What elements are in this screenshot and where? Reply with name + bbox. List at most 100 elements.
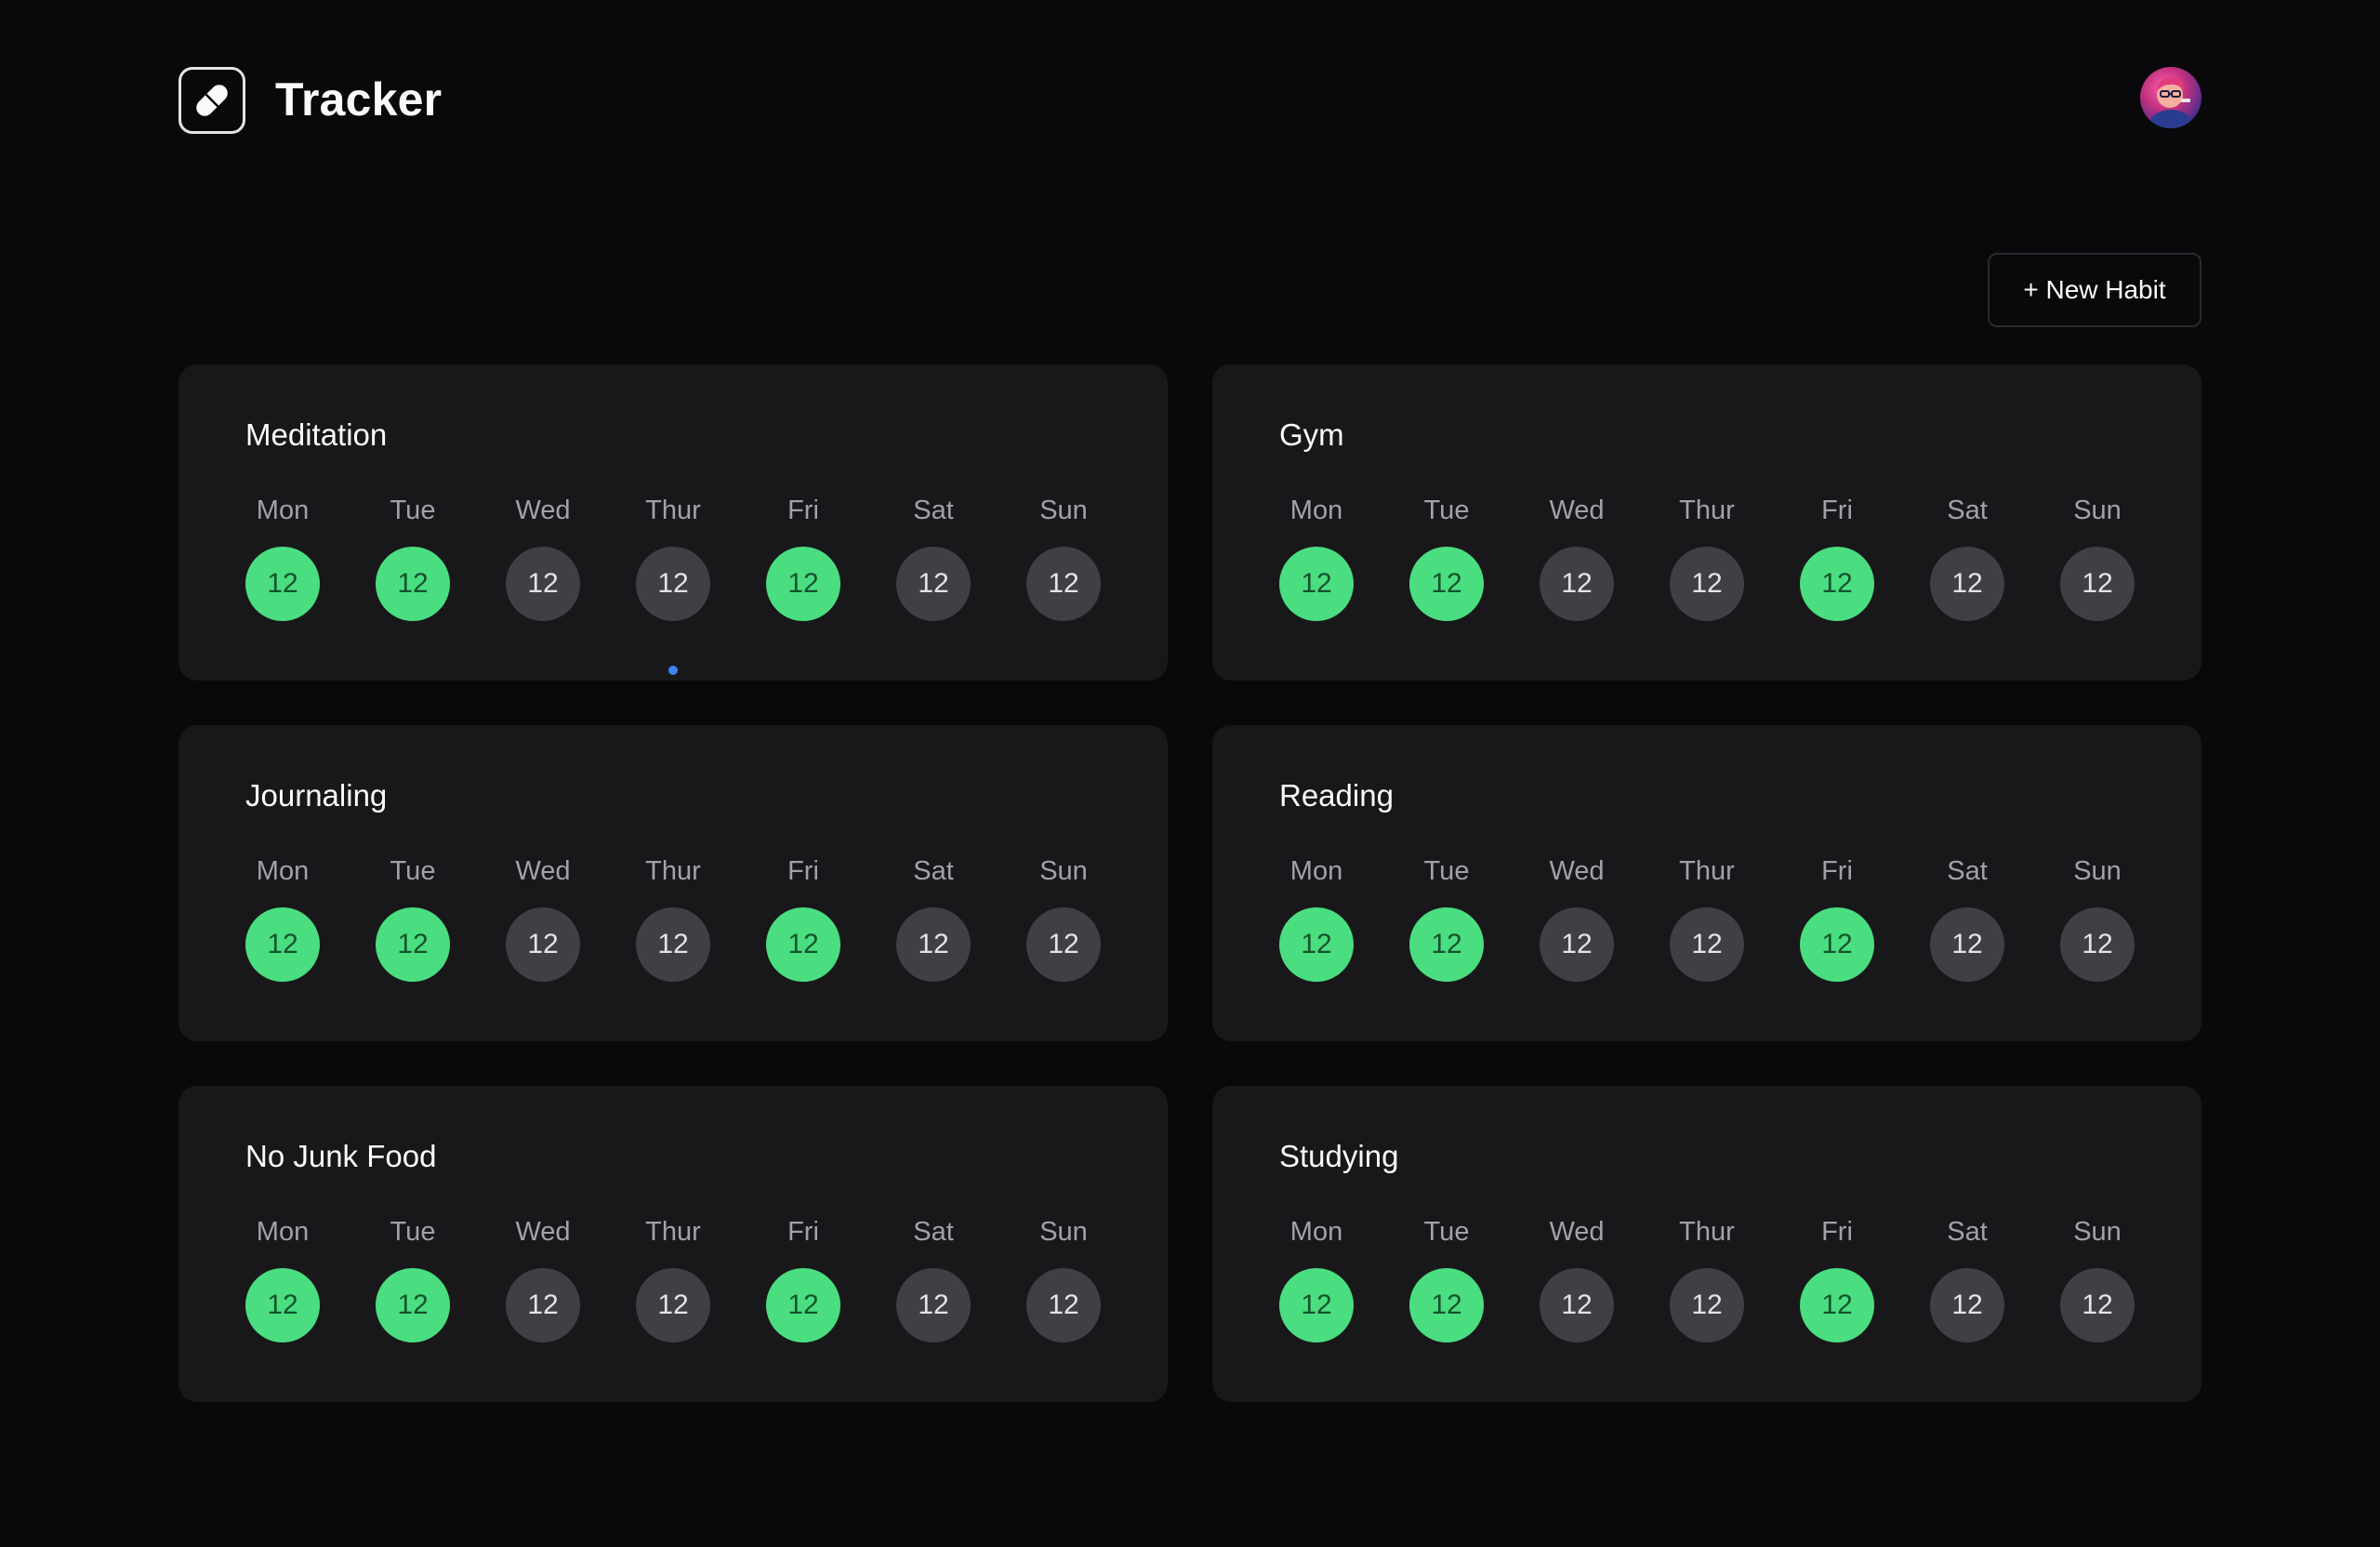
day-sat: Sat 12 bbox=[896, 495, 971, 621]
day-mon: Mon 12 bbox=[245, 495, 320, 621]
week-row: Mon 12 Tue 12 Wed 12 Thur 12 Fri 12 Sat 12 Sun 12 bbox=[1279, 855, 2135, 982]
day-tue: Tue 12 bbox=[1409, 855, 1484, 982]
day-toggle-completed[interactable]: 12 bbox=[1279, 547, 1354, 621]
day-toggle-completed[interactable]: 12 bbox=[376, 907, 450, 982]
day-label: Sun bbox=[1039, 856, 1088, 886]
day-toggle[interactable]: 12 bbox=[896, 1268, 971, 1342]
day-sun: Sun 12 bbox=[1026, 495, 1101, 621]
day-toggle-completed[interactable]: 12 bbox=[766, 547, 840, 621]
day-label: Mon bbox=[256, 496, 310, 525]
day-sun: Sun 12 bbox=[2060, 855, 2135, 982]
day-label: Wed bbox=[515, 856, 571, 886]
day-label: Sun bbox=[1039, 496, 1088, 525]
day-toggle[interactable]: 12 bbox=[1670, 907, 1744, 982]
day-sun: Sun 12 bbox=[2060, 1216, 2135, 1342]
day-thur: Thur 12 bbox=[1670, 855, 1744, 982]
day-toggle-completed[interactable]: 12 bbox=[376, 1268, 450, 1342]
day-toggle-completed[interactable]: 12 bbox=[1800, 907, 1874, 982]
day-toggle[interactable]: 12 bbox=[896, 907, 971, 982]
day-label: Sun bbox=[1039, 1217, 1088, 1247]
day-toggle[interactable]: 12 bbox=[1670, 1268, 1744, 1342]
day-toggle[interactable]: 12 bbox=[1540, 907, 1614, 982]
user-avatar[interactable] bbox=[2140, 67, 2202, 128]
day-label: Fri bbox=[1821, 496, 1853, 525]
day-toggle[interactable]: 12 bbox=[506, 1268, 580, 1342]
day-toggle-completed[interactable]: 12 bbox=[376, 547, 450, 621]
day-toggle[interactable]: 12 bbox=[506, 907, 580, 982]
day-label: Wed bbox=[515, 496, 571, 525]
day-label: Fri bbox=[1821, 1217, 1853, 1247]
day-wed: Wed 12 bbox=[1540, 495, 1614, 621]
day-thur: Thur 12 bbox=[1670, 1216, 1744, 1342]
day-label: Thur bbox=[645, 1217, 701, 1247]
habit-title: No Junk Food bbox=[245, 1139, 437, 1173]
day-label: Tue bbox=[1423, 1217, 1470, 1247]
pill-icon[interactable] bbox=[178, 67, 245, 134]
day-toggle[interactable]: 12 bbox=[1540, 547, 1614, 621]
day-toggle[interactable]: 12 bbox=[1540, 1268, 1614, 1342]
day-mon: Mon 12 bbox=[1279, 495, 1354, 621]
day-mon: Mon 12 bbox=[245, 855, 320, 982]
day-sun: Sun 12 bbox=[2060, 495, 2135, 621]
new-habit-button[interactable]: + New Habit bbox=[1988, 253, 2202, 327]
day-label: Tue bbox=[390, 496, 436, 525]
habit-card-gym: Gym Mon 12 Tue 12 Wed 12 Thur 12 Fri 12 Sat 12 Sun 12 bbox=[1212, 364, 2202, 681]
day-toggle-completed[interactable]: 12 bbox=[245, 547, 320, 621]
day-wed: Wed 12 bbox=[506, 495, 580, 621]
day-label: Mon bbox=[1289, 496, 1343, 525]
day-wed: Wed 12 bbox=[506, 1216, 580, 1342]
day-toggle[interactable]: 12 bbox=[636, 1268, 710, 1342]
day-toggle[interactable]: 12 bbox=[1026, 1268, 1101, 1342]
day-toggle-completed[interactable]: 12 bbox=[1279, 907, 1354, 982]
day-fri: Fri 12 bbox=[1800, 1216, 1874, 1342]
week-row: Mon 12 Tue 12 Wed 12 Thur 12 Fri 12 Sat 12 Sun 12 bbox=[245, 495, 1101, 675]
day-toggle[interactable]: 12 bbox=[1026, 547, 1101, 621]
day-label: Thur bbox=[645, 856, 701, 886]
day-label: Wed bbox=[1549, 1217, 1605, 1247]
habit-card-journaling: Journaling Mon 12 Tue 12 Wed 12 Thur 12 Fri 12 Sat 1… bbox=[178, 725, 1168, 1041]
habit-title: Studying bbox=[1279, 1139, 1399, 1173]
day-toggle-completed[interactable]: 12 bbox=[245, 1268, 320, 1342]
day-toggle-completed[interactable]: 12 bbox=[1800, 547, 1874, 621]
day-toggle[interactable]: 12 bbox=[2060, 1268, 2135, 1342]
habit-card-no-junk-food: No Junk Food Mon 12 Tue 12 Wed 12 Thur 12 Fri 12 Sa… bbox=[178, 1086, 1168, 1402]
day-toggle-completed[interactable]: 12 bbox=[245, 907, 320, 982]
day-toggle[interactable]: 12 bbox=[636, 907, 710, 982]
day-mon: Mon 12 bbox=[1279, 1216, 1354, 1342]
day-tue: Tue 12 bbox=[376, 495, 450, 621]
day-toggle[interactable]: 12 bbox=[1670, 547, 1744, 621]
day-toggle[interactable]: 12 bbox=[1026, 907, 1101, 982]
day-toggle[interactable]: 12 bbox=[2060, 547, 2135, 621]
day-toggle[interactable]: 12 bbox=[1930, 1268, 2004, 1342]
day-toggle[interactable]: 12 bbox=[1930, 907, 2004, 982]
day-fri: Fri 12 bbox=[1800, 855, 1874, 982]
day-thur: Thur 12 bbox=[636, 495, 710, 675]
day-label: Sat bbox=[913, 496, 954, 525]
day-label: Mon bbox=[256, 1217, 310, 1247]
day-toggle-completed[interactable]: 12 bbox=[766, 907, 840, 982]
day-label: Sat bbox=[1947, 856, 1988, 886]
day-fri: Fri 12 bbox=[766, 855, 840, 982]
day-tue: Tue 12 bbox=[1409, 495, 1484, 621]
day-toggle[interactable]: 12 bbox=[1930, 547, 2004, 621]
day-label: Sat bbox=[1947, 496, 1988, 525]
day-toggle-completed[interactable]: 12 bbox=[1409, 1268, 1484, 1342]
day-toggle[interactable]: 12 bbox=[636, 547, 710, 621]
day-label: Thur bbox=[1679, 1217, 1735, 1247]
habit-title: Meditation bbox=[245, 417, 388, 452]
day-label: Fri bbox=[1821, 856, 1853, 886]
day-label: Tue bbox=[390, 856, 436, 886]
day-toggle[interactable]: 12 bbox=[2060, 907, 2135, 982]
day-toggle[interactable]: 12 bbox=[896, 547, 971, 621]
day-toggle-completed[interactable]: 12 bbox=[1409, 547, 1484, 621]
day-fri: Fri 12 bbox=[1800, 495, 1874, 621]
day-toggle-completed[interactable]: 12 bbox=[1409, 907, 1484, 982]
day-toggle-completed[interactable]: 12 bbox=[766, 1268, 840, 1342]
day-label: Tue bbox=[390, 1217, 436, 1247]
day-toggle-completed[interactable]: 12 bbox=[1279, 1268, 1354, 1342]
day-toggle[interactable]: 12 bbox=[506, 547, 580, 621]
day-toggle-completed[interactable]: 12 bbox=[1800, 1268, 1874, 1342]
habit-title: Journaling bbox=[245, 778, 388, 813]
day-label: Sun bbox=[2073, 856, 2122, 886]
today-indicator-dot bbox=[668, 666, 678, 675]
